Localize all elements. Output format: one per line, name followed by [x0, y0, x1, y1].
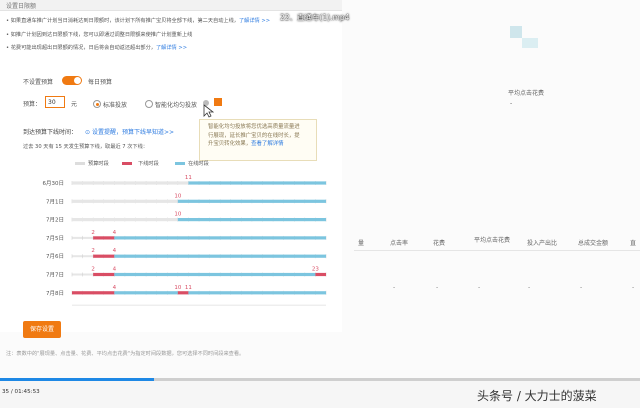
- save-button[interactable]: 保存设置: [23, 321, 61, 338]
- tooltip-line-1: 智能化均匀投放将您优选高质量流量进: [208, 124, 300, 130]
- smart-tooltip: 智能化均匀投放将您优选高质量流量进 行展现，延长推广宝贝的在线时长，提 升宝贝转…: [199, 119, 317, 161]
- cell-dash: -: [580, 284, 583, 291]
- row-label: 7月6日: [46, 253, 64, 260]
- online-bar: [114, 272, 316, 277]
- row-label: 7月2日: [46, 217, 64, 224]
- cell-dash: -: [478, 284, 481, 291]
- tooltip-line-3: 升宝贝转化效果，查看了解详情: [208, 141, 284, 147]
- tooltip-link[interactable]: 查看了解详情: [251, 141, 283, 147]
- budget-label: 预算：: [23, 101, 42, 108]
- note-3: • 花费可能出现超出日限额的情况，日后将会自动返还超出部分，了解详情 >>: [6, 45, 188, 51]
- row-label: 6月30日: [43, 180, 65, 187]
- footer-note: 注：表数中的"展现量、点击量、花费、平均点击花费"为指定时间段数据，您可选择不同…: [6, 351, 245, 357]
- avg-cost-value: -: [510, 100, 513, 107]
- offline-bar: [72, 199, 178, 203]
- value-label: 4: [113, 230, 117, 236]
- row-label: 7月5日: [46, 235, 64, 242]
- offline-bar: [177, 291, 189, 295]
- value-label: 4: [113, 285, 117, 291]
- tooltip-line-2: 行展现，延长推广宝贝的在线时长，提: [208, 132, 300, 139]
- offline-time-label: 到达预算下线时间：: [23, 129, 78, 136]
- smart-radio[interactable]: [145, 100, 153, 108]
- offline-summary: 过去 30 天有 15 天发生预算下线，取最近 7 次下线：: [23, 144, 148, 150]
- col-head-2: 点击率: [390, 240, 409, 247]
- note-1-link[interactable]: 了解详情 >>: [239, 18, 270, 24]
- row-label: 7月7日: [46, 272, 64, 279]
- online-bar: [114, 254, 326, 258]
- value-label: 11: [185, 285, 192, 291]
- col-head-5: 投入产出比: [527, 240, 558, 247]
- blurred-block: [510, 26, 522, 38]
- cell-dash: -: [528, 284, 531, 291]
- budget-unit: 元: [71, 101, 78, 108]
- col-head-6: 总成交金额: [578, 240, 609, 247]
- note-1: • 如果直通车推广计划当日消耗达到日限额时，该计划下所有推广宝贝将全部下线，第二…: [6, 18, 271, 24]
- settings-panel: 设置日限额 • 如果直通车推广计划当日消耗达到日限额时，该计划下所有推广宝贝将全…: [0, 0, 342, 338]
- video-title: 22、直通车(1).mp4: [280, 13, 350, 22]
- no-limit-label: 不设置预算: [23, 79, 54, 86]
- online-bar: [188, 181, 326, 185]
- standard-radio[interactable]: [93, 100, 101, 108]
- avg-cost-label: 平均点击花费: [508, 90, 545, 97]
- col-head-4: 平均点击花费: [474, 237, 511, 244]
- offline-bar: [72, 181, 189, 185]
- table-divider: [354, 250, 640, 251]
- offline-bar: [72, 218, 178, 222]
- smart-label: 智能化均匀投放: [155, 102, 198, 109]
- remind-link[interactable]: ⊙ 设置提醒，预算下线早知道>>: [85, 127, 174, 136]
- value-label: 23: [312, 267, 319, 273]
- budget-toggle[interactable]: [62, 76, 82, 85]
- value-label: 10: [174, 212, 181, 218]
- cell-dash: -: [632, 284, 635, 291]
- online-bar: [177, 199, 326, 203]
- value-label: 2: [91, 230, 95, 236]
- watermark: 头条号 / 大力士的菠菜: [477, 389, 597, 403]
- value-label: 2: [91, 248, 95, 254]
- online-bar: [114, 236, 326, 240]
- cell-dash: -: [393, 284, 396, 291]
- online-bar: [188, 291, 326, 295]
- toggle-knob: [74, 77, 81, 84]
- row-label: 7月1日: [46, 198, 64, 205]
- online-bar: [114, 291, 178, 295]
- panel-header: 设置日限额: [0, 0, 342, 11]
- value-label: 10: [174, 193, 181, 199]
- offline-bar: [72, 291, 115, 295]
- offline-bar: [93, 254, 115, 258]
- value-label: 11: [185, 175, 192, 181]
- value-label: 10: [174, 285, 181, 291]
- offline-bar: [93, 272, 115, 277]
- col-head-7: 直: [630, 240, 637, 247]
- value-label: 2: [91, 267, 95, 273]
- daily-budget-label: 每日预算: [88, 79, 113, 86]
- budget-input[interactable]: 30: [45, 96, 65, 108]
- col-head-3: 花费: [433, 240, 446, 247]
- video-time: 35 / 01:45:53: [2, 389, 40, 395]
- online-bar: [177, 218, 326, 222]
- note-3-link[interactable]: 了解详情 >>: [156, 45, 187, 51]
- page-title: 设置日限额: [6, 3, 37, 10]
- standard-label: 标准投放: [103, 102, 128, 109]
- value-label: 4: [113, 267, 117, 273]
- badge-icon: [214, 98, 222, 106]
- note-2: • 如推广计划因到达日限额下线，您可以即通过调整日限额来使推广计划重新上线: [6, 32, 193, 38]
- offline-timeline-chart: 6月30日 11 7月1日 10 7月2日 10 7月5日 2 4 7月6日 2 4 7月7日 2 4 23 7…: [43, 175, 327, 306]
- cell-dash: -: [436, 284, 439, 291]
- blurred-block: [522, 38, 538, 48]
- col-head-1: 量: [358, 240, 365, 247]
- offline-bar: [93, 236, 115, 240]
- row-label: 7月8日: [46, 290, 64, 297]
- value-label: 4: [113, 248, 117, 254]
- offline-bar: [315, 272, 326, 277]
- mouse-cursor-icon: [203, 104, 214, 118]
